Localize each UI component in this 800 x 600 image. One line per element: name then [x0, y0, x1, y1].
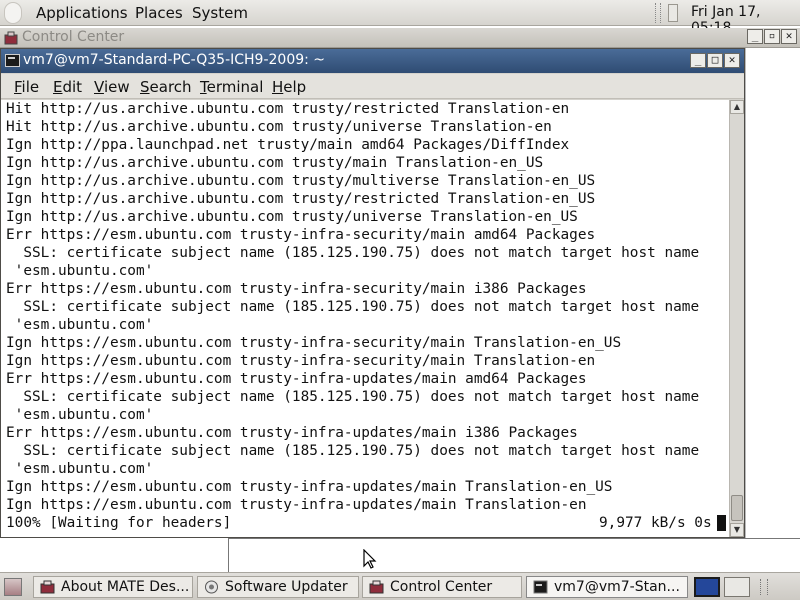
terminal-line: Err https://esm.ubuntu.com trusty-infra-…	[6, 227, 596, 243]
download-speed: 9,977 kB/s 0s	[599, 515, 712, 531]
minimize-button[interactable]: _	[690, 53, 706, 68]
terminal-icon	[5, 54, 20, 67]
places-menu[interactable]: Places	[135, 4, 183, 22]
terminal-line: SSL: certificate subject name (185.125.1…	[6, 443, 700, 459]
bottom-panel: About MATE Des... Software Updater Contr…	[0, 572, 800, 600]
background-window-edge	[228, 538, 800, 572]
task-label: vm7@vm7-Stan...	[554, 579, 680, 595]
about-icon	[40, 580, 55, 594]
task-label: About MATE Des...	[61, 579, 190, 595]
terminal-line: Ign http://us.archive.ubuntu.com trusty/…	[6, 209, 578, 225]
workspace-1[interactable]	[694, 577, 720, 597]
terminal-line: Ign http://us.archive.ubuntu.com trusty/…	[6, 191, 596, 207]
panel-handle-icon	[760, 579, 768, 595]
show-desktop-icon[interactable]	[4, 578, 22, 596]
workspace-2[interactable]	[724, 577, 750, 597]
terminal-line: Err https://esm.ubuntu.com trusty-infra-…	[6, 425, 578, 441]
terminal-line: SSL: certificate subject name (185.125.1…	[6, 299, 700, 315]
system-menu[interactable]: System	[192, 4, 248, 22]
close-button[interactable]: ✕	[724, 53, 740, 68]
terminal-line: Ign https://esm.ubuntu.com trusty-infra-…	[6, 479, 613, 495]
terminal-line: Ign http://ppa.launchpad.net trusty/main…	[6, 137, 570, 153]
terminal-scrollbar[interactable]: ▲ ▼	[729, 100, 744, 537]
cc-close-button[interactable]: ✕	[781, 29, 797, 44]
terminal-title: vm7@vm7-Standard-PC-Q35-ICH9-2009: ~	[23, 52, 326, 68]
terminal-line: Err https://esm.ubuntu.com trusty-infra-…	[6, 371, 587, 387]
task-about-mate[interactable]: About MATE Des...	[33, 576, 193, 598]
menu-file[interactable]: File	[14, 78, 39, 96]
scroll-down-arrow-icon[interactable]: ▼	[730, 523, 744, 537]
panel-handle-icon	[4, 2, 22, 24]
mouse-pointer-icon	[363, 549, 377, 569]
terminal-icon	[533, 580, 548, 594]
scroll-thumb[interactable]	[731, 495, 743, 521]
terminal-line: SSL: certificate subject name (185.125.1…	[6, 245, 700, 261]
terminal-line: 'esm.ubuntu.com'	[6, 317, 154, 333]
progress-status: 100% [Waiting for headers]	[6, 515, 232, 531]
scroll-up-arrow-icon[interactable]: ▲	[730, 100, 744, 114]
applications-menu[interactable]: Applications	[36, 4, 128, 22]
terminal-window: vm7@vm7-Standard-PC-Q35-ICH9-2009: ~ _ □…	[0, 48, 745, 538]
maximize-button[interactable]: □	[707, 53, 723, 68]
terminal-output[interactable]: Hit http://us.archive.ubuntu.com trusty/…	[1, 100, 729, 537]
cc-maximize-button[interactable]: ▫	[764, 29, 780, 44]
task-label: Control Center	[390, 579, 493, 595]
control-center-title: Control Center	[22, 29, 125, 45]
menu-edit[interactable]: Edit	[53, 78, 82, 96]
text-cursor	[717, 515, 726, 531]
control-center-titlebar[interactable]: Control Center _ ▫ ✕	[0, 28, 800, 48]
terminal-line: Ign https://esm.ubuntu.com trusty-infra-…	[6, 353, 596, 369]
cc-minimize-button[interactable]: _	[747, 29, 763, 44]
control-center-icon	[4, 31, 18, 45]
terminal-line: SSL: certificate subject name (185.125.1…	[6, 389, 700, 405]
terminal-line: 'esm.ubuntu.com'	[6, 407, 154, 423]
terminal-line: Ign https://esm.ubuntu.com trusty-infra-…	[6, 335, 622, 351]
terminal-line: Ign http://us.archive.ubuntu.com trusty/…	[6, 155, 544, 171]
terminal-line: Ign http://us.archive.ubuntu.com trusty/…	[6, 173, 596, 189]
terminal-line: Ign https://esm.ubuntu.com trusty-infra-…	[6, 497, 587, 513]
terminal-line: 'esm.ubuntu.com'	[6, 263, 154, 279]
updater-icon	[205, 580, 218, 594]
menu-view[interactable]: View	[94, 78, 130, 96]
menu-search[interactable]: Search	[140, 78, 192, 96]
terminal-line: Err https://esm.ubuntu.com trusty-infra-…	[6, 281, 587, 297]
menu-terminal[interactable]: Terminal	[200, 78, 263, 96]
control-center-icon	[369, 580, 384, 594]
menu-help[interactable]: Help	[272, 78, 306, 96]
top-panel: Applications Places System Fri Jan 17, 0…	[0, 0, 800, 36]
control-center-body	[745, 48, 800, 570]
terminal-line: Hit http://us.archive.ubuntu.com trusty/…	[6, 101, 570, 117]
terminal-line: 'esm.ubuntu.com'	[6, 461, 154, 477]
notification-area-icon[interactable]	[668, 4, 678, 22]
task-label: Software Updater	[225, 579, 348, 595]
panel-separator	[655, 3, 661, 23]
task-software-updater[interactable]: Software Updater	[197, 576, 359, 598]
terminal-titlebar[interactable]: vm7@vm7-Standard-PC-Q35-ICH9-2009: ~ _ □…	[1, 49, 744, 73]
task-terminal[interactable]: vm7@vm7-Stan...	[526, 576, 688, 598]
terminal-line: Hit http://us.archive.ubuntu.com trusty/…	[6, 119, 552, 135]
task-control-center[interactable]: Control Center	[362, 576, 522, 598]
terminal-menubar: File Edit View Search Terminal Help	[1, 74, 744, 99]
